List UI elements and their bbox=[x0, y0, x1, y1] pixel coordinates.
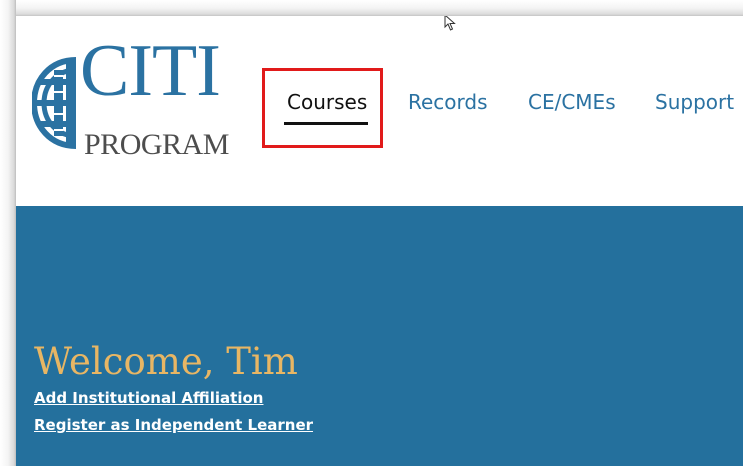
add-institutional-affiliation-link[interactable]: Add Institutional Affiliation bbox=[34, 388, 263, 408]
citi-program-logo[interactable]: CITI PROGRAM bbox=[32, 34, 232, 163]
courses-highlight-box bbox=[262, 68, 383, 148]
welcome-banner: Welcome, Tim Add Institutional Affiliati… bbox=[16, 206, 743, 466]
globe-icon bbox=[32, 57, 77, 149]
screenshot-frame-left bbox=[0, 0, 16, 466]
nav-item-ce-cmes[interactable]: CE/CMEs bbox=[528, 90, 616, 114]
mouse-cursor-icon bbox=[444, 16, 456, 31]
logo-wordmark: CITI bbox=[80, 30, 221, 112]
nav-item-support[interactable]: Support bbox=[655, 90, 734, 114]
site-header: CITI PROGRAM Courses Records CE/CMEs Sup… bbox=[16, 16, 743, 206]
logo-subtitle: PROGRAM bbox=[84, 128, 229, 161]
screenshot-frame-top bbox=[0, 0, 743, 16]
welcome-heading: Welcome, Tim bbox=[34, 340, 298, 383]
register-independent-learner-link[interactable]: Register as Independent Learner bbox=[34, 415, 313, 435]
nav-item-records[interactable]: Records bbox=[408, 90, 488, 114]
page: CITI PROGRAM Courses Records CE/CMEs Sup… bbox=[16, 16, 743, 466]
